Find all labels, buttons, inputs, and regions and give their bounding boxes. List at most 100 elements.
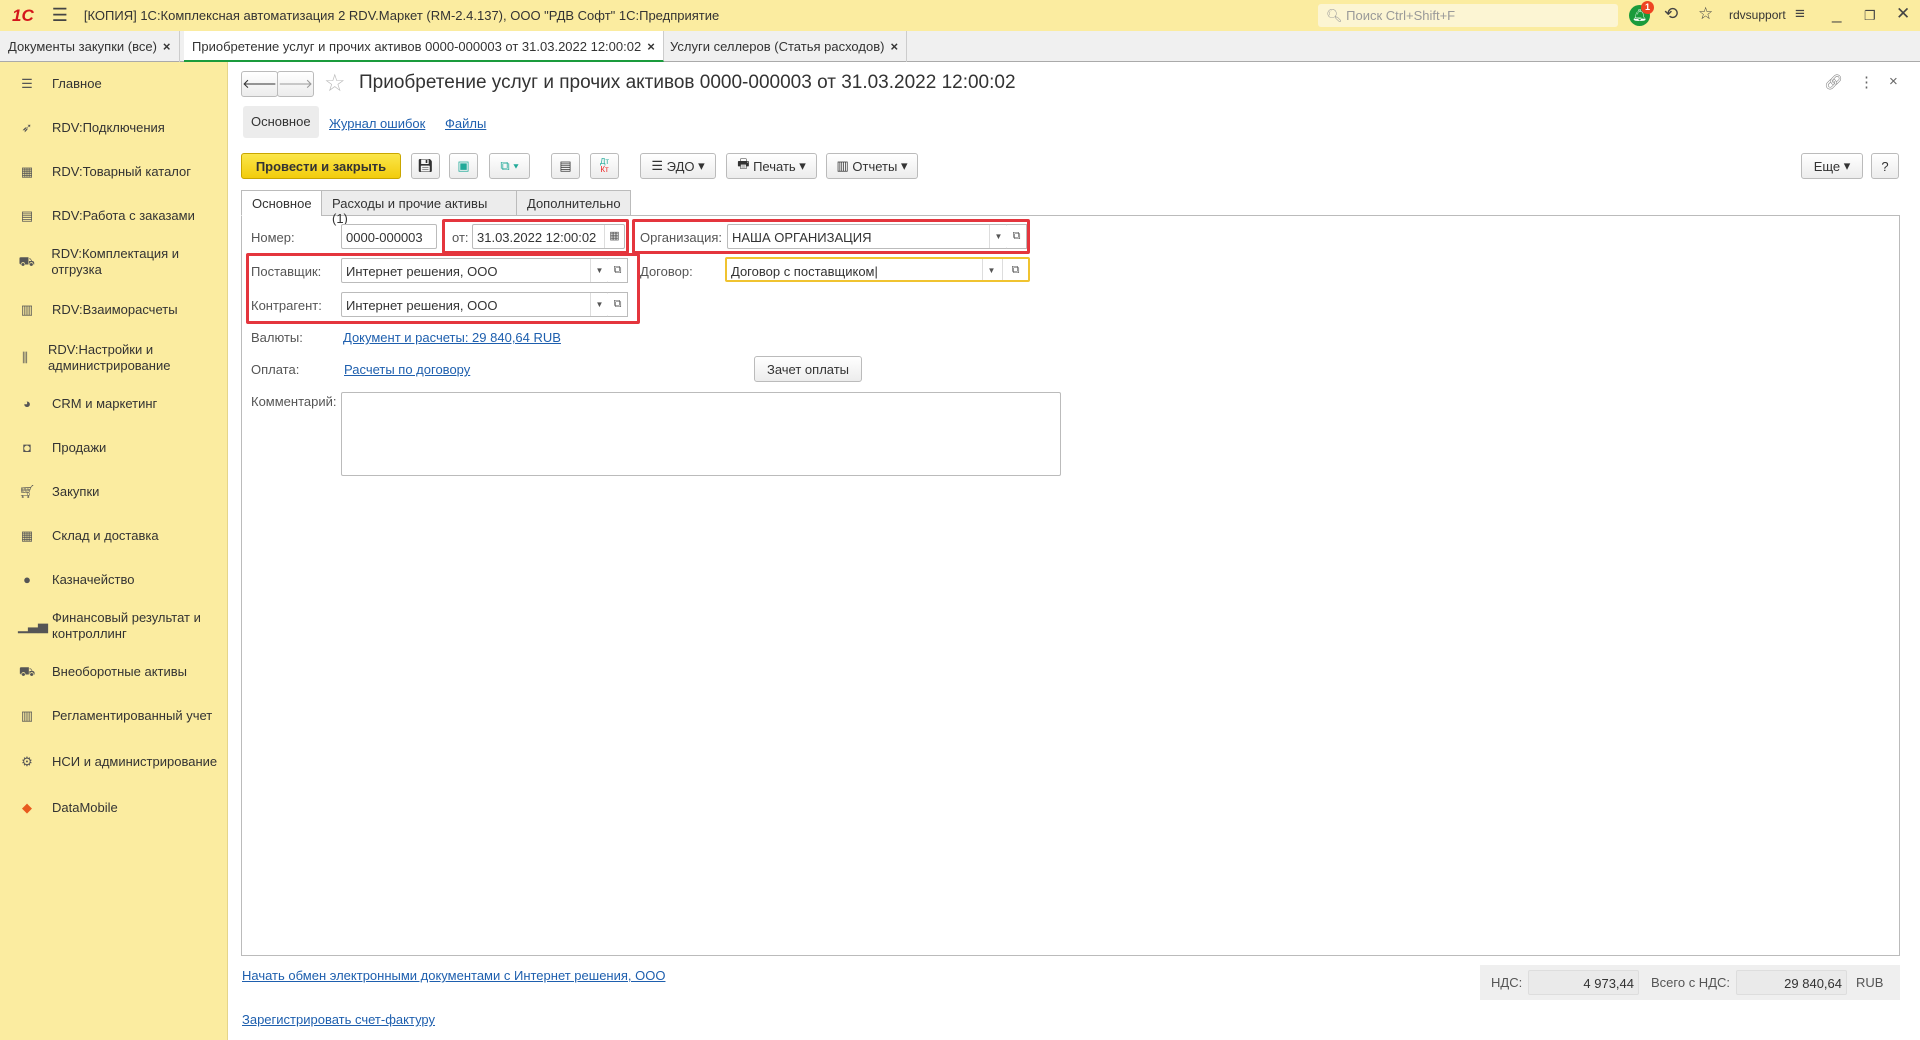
sliders-icon: ⫼ — [21, 350, 28, 365]
close-icon[interactable]: ✕ — [1896, 4, 1910, 24]
open-tab[interactable]: Документы закупки (все) × — [0, 31, 180, 62]
subnav-errors[interactable]: Журнал ошибок — [329, 116, 425, 131]
gear-icon: ⚙ — [21, 754, 33, 769]
forward-button[interactable]: 🡒 — [277, 71, 314, 97]
sidebar-item-orders[interactable]: ▤ RDV:Работа с заказами — [0, 194, 227, 238]
grid-icon: ▦ — [20, 164, 34, 179]
page-title: Приобретение услуг и прочих активов 0000… — [359, 72, 1016, 93]
tab-expenses[interactable]: Расходы и прочие активы (1) — [321, 190, 517, 226]
sidebar-item-warehouse[interactable]: ▦ Склад и доставка — [0, 514, 227, 558]
vat-label: НДС: — [1491, 975, 1523, 990]
sidebar-item-label: RDV:Взаиморасчеты — [52, 302, 178, 317]
subnav-files[interactable]: Файлы — [445, 116, 486, 131]
cart-icon: ⛟ — [18, 254, 35, 269]
sidebar-item-settlements[interactable]: ▥ RDV:Взаиморасчеты — [0, 286, 227, 334]
list-icon: ▤ — [559, 158, 572, 173]
sidebar: ☰ Главное ➶ RDV:Подключения ▦ RDV:Товарный … — [0, 62, 228, 1040]
app-title: [КОПИЯ] 1С:Комплексная автоматизация 2 R… — [83, 8, 720, 23]
close-tab-icon[interactable]: × — [890, 39, 898, 54]
open-tab-label: Документы закупки (все) — [8, 39, 157, 54]
back-button[interactable]: 🡐 — [241, 71, 278, 97]
favorite-star-icon[interactable]: ☆ — [324, 69, 346, 98]
minimize-icon[interactable]: _ — [1832, 4, 1841, 24]
more-button[interactable]: Еще ▾ — [1801, 153, 1863, 179]
sidebar-item-assets[interactable]: ⛟ Внеоборотные активы — [0, 650, 227, 694]
sidebar-item-crm[interactable]: ◕ CRM и маркетинг — [0, 382, 227, 426]
settings-menu-icon[interactable]: ≡ — [1795, 4, 1805, 24]
sidebar-item-nsi[interactable]: ⚙ НСИ и администрирование — [0, 738, 227, 786]
datamobile-icon: ◆ — [22, 800, 32, 815]
search-placeholder: Поиск Ctrl+Shift+F — [1346, 8, 1456, 23]
register-invoice-link[interactable]: Зарегистрировать счет-фактуру — [242, 1012, 435, 1027]
close-form-icon[interactable]: × — [1889, 73, 1898, 90]
payment-offset-button[interactable]: Зачет оплаты — [754, 356, 862, 382]
sidebar-item-datamobile[interactable]: ◆ DataMobile — [0, 786, 227, 830]
open-tab[interactable]: Услуги селлеров (Статья расходов) × — [662, 31, 908, 62]
reports-button[interactable]: ▥ Отчеты ▾ — [826, 153, 918, 179]
restore-icon[interactable]: ❐ — [1864, 8, 1876, 24]
sidebar-item-rdv-admin[interactable]: ⫼ RDV:Настройки и администрирование — [0, 334, 227, 382]
sidebar-item-shipping[interactable]: ⛟ RDV:Комплектация и отгрузка — [0, 238, 227, 286]
create-based-on-button[interactable]: ⧉ ▾ — [489, 153, 530, 179]
save-button[interactable]: 💾︎ — [411, 153, 440, 179]
1c-logo: 1С — [12, 5, 34, 25]
reports-icon: ▥ — [836, 158, 853, 173]
notification-badge: 1 — [1641, 1, 1654, 14]
sidebar-item-label: Казначейство — [52, 572, 135, 587]
post-and-close-button[interactable]: Провести и закрыть — [241, 153, 401, 179]
number-field[interactable]: 0000-000003 — [341, 224, 437, 249]
sidebar-item-sales[interactable]: ◘ Продажи — [0, 426, 227, 470]
structure-button[interactable]: ▤ — [551, 153, 580, 179]
sidebar-item-treasury[interactable]: ● Казначейство — [0, 558, 227, 602]
kt-label: Кт — [600, 165, 609, 174]
close-tab-icon[interactable]: × — [647, 39, 655, 54]
open-contract-icon[interactable]: ⧉ — [1002, 259, 1028, 280]
help-button[interactable]: ? — [1871, 153, 1899, 179]
tab-main[interactable]: Основное — [241, 190, 322, 216]
coin-icon: ● — [23, 572, 31, 587]
rocket-icon: ➶ — [21, 120, 33, 135]
dropdown-icon[interactable]: ▼ — [982, 259, 1000, 280]
sidebar-item-main[interactable]: ☰ Главное — [0, 62, 227, 106]
currency-link[interactable]: Документ и расчеты: 29 840,64 RUB — [343, 330, 561, 345]
currency-label: Валюты: — [251, 330, 303, 345]
sidebar-item-finance[interactable]: ▁▃▅ Финансовый результат и контроллинг — [0, 602, 227, 650]
payment-link[interactable]: Расчеты по договору — [344, 362, 470, 377]
sidebar-item-catalog[interactable]: ▦ RDV:Товарный каталог — [0, 150, 227, 194]
cart-icon: 🛒︎ — [18, 484, 36, 499]
star-icon[interactable]: ☆ — [1698, 4, 1713, 24]
history-icon[interactable]: ⟲ — [1664, 4, 1678, 24]
open-tab-active[interactable]: Приобретение услуг и прочих активов 0000… — [184, 31, 664, 62]
menu-icon[interactable]: ☰ — [52, 5, 68, 26]
dt-kt-button[interactable]: Дт Кт — [590, 153, 619, 179]
grid-icon: ▦ — [20, 528, 34, 543]
sidebar-item-purchases[interactable]: 🛒︎ Закупки — [0, 470, 227, 514]
edo-button[interactable]: ☰ ЭДО ▾ — [640, 153, 716, 179]
contract-field[interactable]: Договор с поставщиком| ▼ ⧉ — [725, 257, 1030, 282]
user-name[interactable]: rdvsupport — [1729, 8, 1786, 22]
search-input[interactable]: 🔍︎ Поиск Ctrl+Shift+F — [1318, 4, 1618, 27]
sidebar-item-label: DataMobile — [52, 800, 118, 815]
sidebar-item-label: CRM и маркетинг — [52, 396, 158, 411]
post-button[interactable]: ▣ — [449, 153, 478, 179]
tab-additional[interactable]: Дополнительно — [516, 190, 631, 216]
edo-exchange-link[interactable]: Начать обмен электронными документами с … — [242, 968, 665, 983]
close-tab-icon[interactable]: × — [163, 39, 171, 54]
edo-icon: ☰ — [651, 158, 667, 173]
bag-icon: ◘ — [23, 440, 31, 455]
open-tabs-bar: Документы закупки (все) × Приобретение ус… — [0, 31, 1920, 62]
print-button[interactable]: 🖶 Печать ▾ — [726, 153, 817, 179]
link-icon[interactable]: 🔗︎ — [1824, 73, 1843, 91]
comment-field[interactable] — [341, 392, 1061, 476]
save-icon: 💾︎ — [417, 158, 434, 173]
highlight-date — [442, 219, 629, 254]
sidebar-item-regulated[interactable]: ▥ Регламентированный учет — [0, 694, 227, 738]
more-vert-icon[interactable]: ⋮ — [1859, 73, 1874, 91]
sidebar-item-connections[interactable]: ➶ RDV:Подключения — [0, 106, 227, 150]
subnav-main[interactable]: Основное — [243, 106, 319, 138]
edo-label: ЭДО — [666, 158, 695, 174]
bar-chart-icon: ▁▃▅ — [18, 618, 48, 633]
calculator-icon: ▥ — [20, 302, 34, 317]
sidebar-item-label: RDV:Работа с заказами — [52, 208, 195, 223]
sidebar-item-label: Закупки — [52, 484, 100, 499]
